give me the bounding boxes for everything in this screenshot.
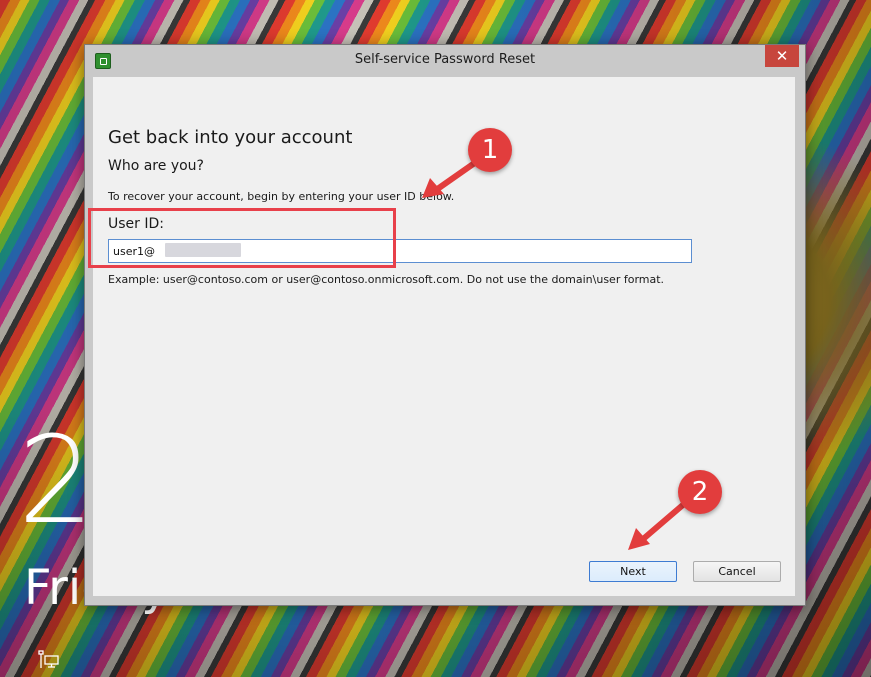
user-id-highlight-box [88, 208, 396, 268]
close-button[interactable]: ✕ [765, 45, 799, 67]
page-subheading: Who are you? [108, 158, 204, 174]
next-button[interactable]: Next [589, 561, 677, 582]
instruction-text: To recover your account, begin by enteri… [108, 190, 455, 203]
page-heading: Get back into your account [108, 127, 353, 148]
step2-arrow [628, 501, 687, 550]
password-reset-window: Self-service Password Reset ✕ Get back i… [84, 44, 806, 606]
lock-screen-clock: 2 [18, 412, 94, 551]
step-1-badge: 1 [468, 128, 512, 172]
step1-arrow [422, 159, 479, 198]
cancel-button[interactable]: Cancel [693, 561, 781, 582]
step-2-badge: 2 [678, 470, 722, 514]
window-title: Self-service Password Reset [354, 52, 536, 67]
window-titlebar[interactable]: Self-service Password Reset ✕ [85, 45, 805, 77]
example-text: Example: user@contoso.com or user@contos… [108, 273, 665, 286]
network-icon[interactable] [36, 650, 60, 670]
dialog-content: Get back into your account Who are you? … [93, 77, 795, 596]
